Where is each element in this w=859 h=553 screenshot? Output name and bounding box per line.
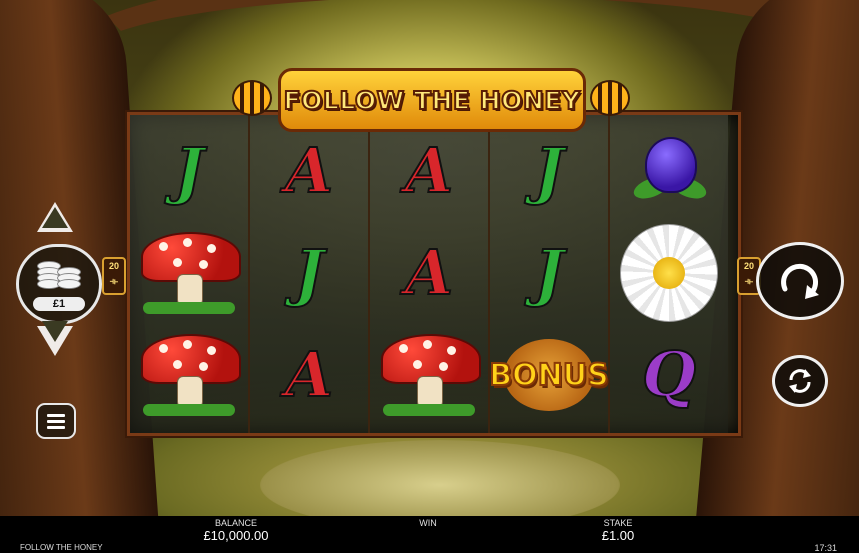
reel-5: Q	[610, 115, 728, 433]
autoplay-button[interactable]	[772, 355, 828, 407]
symbol-mushroom	[137, 332, 241, 418]
symbol-mushroom	[137, 230, 241, 316]
triangle-up-icon[interactable]	[37, 202, 73, 232]
paylines-count: 20	[108, 261, 119, 271]
coin-value-button[interactable]: £1	[16, 244, 102, 324]
symbol-j: J	[173, 134, 204, 207]
game-name: FOLLOW THE HONEY	[20, 543, 103, 552]
symbol-cell	[610, 223, 728, 323]
paylines-icon: ⟛	[109, 276, 119, 286]
symbol-cell: J	[130, 121, 248, 221]
logo-text: FOLLOW THE HONEY	[283, 85, 581, 116]
symbol-cell: Q	[610, 325, 728, 425]
symbol-cell: A	[370, 223, 488, 323]
symbol-cell: BONUS	[488, 325, 610, 425]
symbol-cell: J	[490, 121, 608, 221]
spin-button[interactable]	[756, 242, 844, 320]
bee-icon	[232, 80, 272, 116]
symbol-cell	[130, 325, 248, 425]
spin-arrow-icon	[781, 263, 819, 299]
symbol-tulip	[629, 131, 709, 211]
stake-value: £1.00	[601, 528, 635, 543]
coin-value-label: £1	[33, 297, 85, 311]
symbol-a: A	[284, 338, 334, 411]
game-logo: FOLLOW THE HONEY	[278, 68, 586, 132]
reel-4: J J BONUS	[488, 115, 610, 433]
symbol-a: A	[284, 134, 334, 207]
reel-3: A A	[370, 115, 490, 433]
reel-2: A J A	[250, 115, 370, 433]
paylines-left: 20 ⟛	[102, 257, 126, 295]
symbol-cell: J	[490, 223, 608, 323]
reel-grid: J A J A A A J J BONUS Q	[127, 112, 741, 436]
symbol-cell	[130, 223, 248, 323]
symbol-a: A	[404, 236, 454, 309]
symbol-cell	[610, 121, 728, 221]
symbol-daisy	[620, 224, 718, 322]
symbol-j: J	[533, 134, 564, 207]
balance-value: £10,000.00	[203, 528, 269, 543]
stake-label: STAKE	[603, 518, 633, 528]
triangle-down-icon[interactable]	[37, 321, 73, 356]
symbol-j: J	[533, 236, 564, 309]
clock: 17:31	[814, 543, 837, 553]
hamburger-menu-icon	[47, 413, 65, 417]
symbol-q: Q	[641, 338, 697, 411]
symbol-j: J	[293, 236, 324, 309]
coin-stack-icon	[37, 257, 81, 289]
win-label: WIN	[419, 518, 437, 528]
symbol-cell: A	[250, 325, 368, 425]
reel-1: J	[130, 115, 250, 433]
bee-icon	[590, 80, 630, 116]
autoplay-icon	[789, 369, 811, 393]
symbol-cell: J	[250, 223, 368, 323]
menu-button[interactable]	[36, 403, 76, 439]
balance-label: BALANCE	[214, 518, 258, 528]
status-bar: BALANCE £10,000.00 WIN STAKE £1.00 FOLLO…	[0, 516, 859, 553]
symbol-cell: A	[250, 121, 368, 221]
symbol-bonus: BONUS	[488, 357, 609, 394]
symbol-a: A	[404, 134, 454, 207]
symbol-cell: A	[370, 121, 488, 221]
symbol-mushroom	[377, 332, 481, 418]
symbol-cell	[370, 325, 488, 425]
